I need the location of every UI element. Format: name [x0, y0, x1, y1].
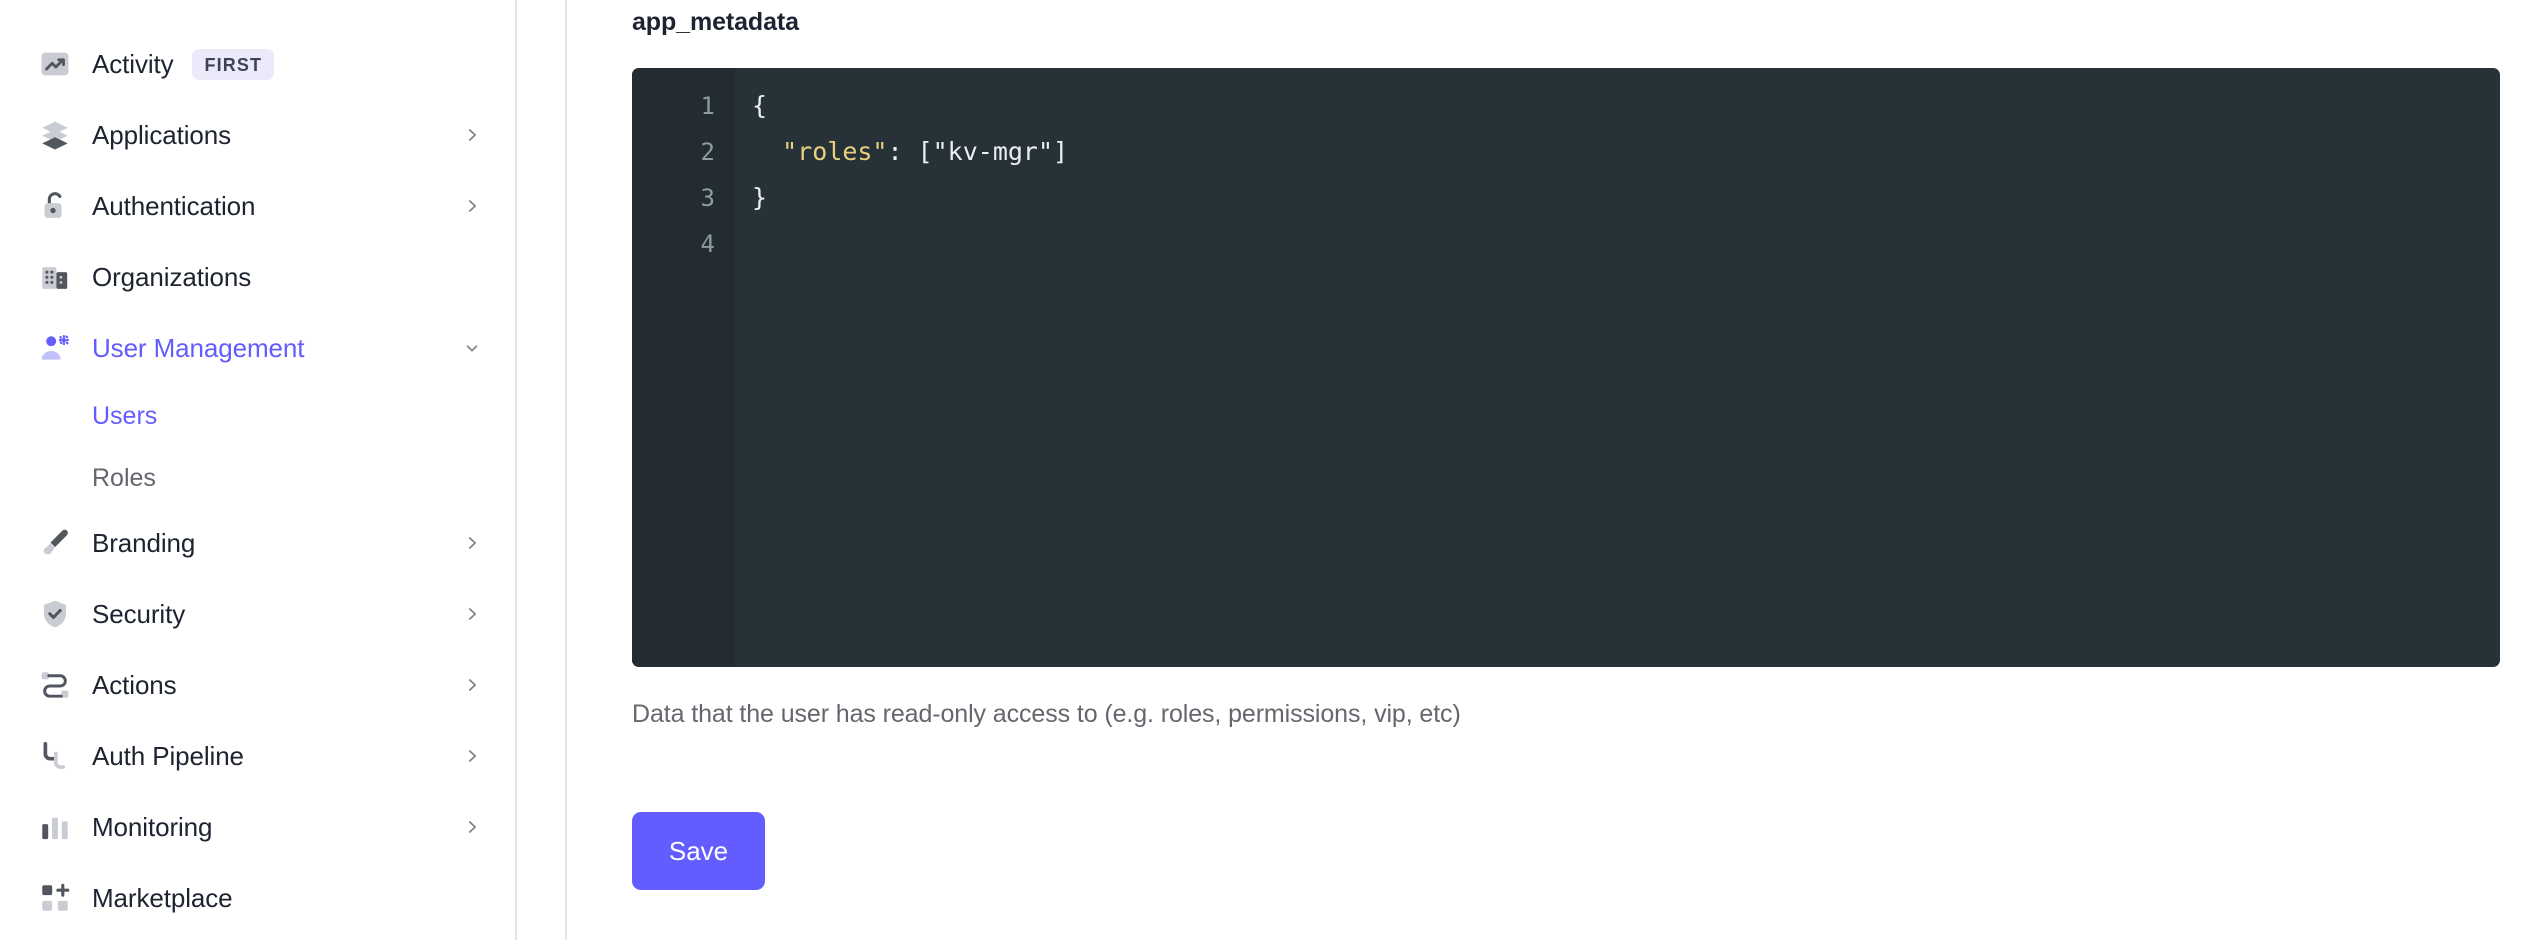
- unlocked-padlock-icon: [38, 189, 72, 223]
- code-token: "roles": [782, 137, 888, 166]
- save-button[interactable]: Save: [632, 812, 765, 890]
- sidebar-item-label: Auth Pipeline: [92, 740, 244, 771]
- chevron-right-icon[interactable]: [463, 747, 481, 765]
- sidebar-item-label: Organizations: [92, 261, 252, 292]
- editor-line-number: 1: [700, 92, 715, 120]
- editor-line-number: 3: [700, 184, 715, 212]
- editor-line-number-gutter: 1 2 3 4: [632, 68, 735, 667]
- building-icon: [38, 260, 72, 294]
- field-helper-text: Data that the user has read-only access …: [632, 700, 1461, 728]
- editor-line-number: 2: [700, 138, 715, 166]
- editor-line-number: 4: [700, 230, 715, 258]
- chevron-right-icon[interactable]: [463, 605, 481, 623]
- sidebar-item-label: User Management: [92, 332, 305, 363]
- sidebar-subitem-roles[interactable]: Roles: [0, 461, 515, 495]
- sidebar-item-label: Authentication: [92, 190, 256, 221]
- user-gear-icon: [38, 331, 72, 365]
- paintbrush-icon: [38, 526, 72, 560]
- sidebar-item-label: Security: [92, 598, 186, 629]
- sidebar-item-activity[interactable]: Activity FIRST: [0, 44, 515, 84]
- sidebar-item-applications[interactable]: Applications: [0, 115, 515, 155]
- chevron-right-icon[interactable]: [463, 676, 481, 694]
- main-content: app_metadata 1 2 3 4 { "roles": ["kv-mgr"]}…: [567, 0, 2540, 940]
- sidebar-subitem-label: Roles: [92, 463, 156, 492]
- shield-check-icon: [38, 597, 72, 631]
- sidebar-item-authentication[interactable]: Authentication: [0, 186, 515, 226]
- sidebar-item-label: Applications: [92, 119, 231, 150]
- editor-code-line[interactable]: "roles": ["kv-mgr"]: [752, 129, 2500, 175]
- activity-chart-icon: [38, 47, 72, 81]
- editor-code-line[interactable]: {: [752, 83, 2500, 129]
- code-token: : ["kv-mgr"]: [887, 137, 1069, 166]
- sidebar-item-label: Branding: [92, 527, 196, 558]
- sidebar-subitem-users[interactable]: Users: [0, 399, 515, 433]
- app-root: Activity FIRST Applications Authenticatio…: [0, 0, 2540, 940]
- sidebar-item-security[interactable]: Security: [0, 594, 515, 634]
- sidebar-item-monitoring[interactable]: Monitoring: [0, 807, 515, 847]
- sidebar-item-actions[interactable]: Actions: [0, 665, 515, 705]
- layers-icon: [38, 118, 72, 152]
- sidebar-item-label: Monitoring: [92, 811, 213, 842]
- chevron-right-icon[interactable]: [463, 126, 481, 144]
- sidebar-item-marketplace[interactable]: Marketplace: [0, 878, 515, 918]
- sidebar-item-label: Actions: [92, 669, 177, 700]
- flow-nodes-icon: [38, 668, 72, 702]
- sidebar-item-user-management[interactable]: User Management: [0, 328, 515, 368]
- field-label-app-metadata: app_metadata: [632, 8, 799, 36]
- code-token: {: [752, 91, 768, 120]
- sidebar-nav-list: Activity FIRST Applications Authenticatio…: [0, 0, 515, 918]
- sidebar-item-badge: FIRST: [191, 48, 275, 80]
- grid-plus-icon: [38, 881, 72, 915]
- chevron-right-icon[interactable]: [463, 197, 481, 215]
- pipeline-icon: [38, 739, 72, 773]
- sidebar-item-branding[interactable]: Branding: [0, 523, 515, 563]
- sidebar-item-auth-pipeline[interactable]: Auth Pipeline: [0, 736, 515, 776]
- editor-code-area[interactable]: { "roles": ["kv-mgr"]}: [735, 68, 2500, 667]
- chevron-right-icon[interactable]: [463, 534, 481, 552]
- editor-code-line[interactable]: [752, 221, 2500, 267]
- sidebar-item-label: Activity: [92, 48, 174, 79]
- bar-chart-icon: [38, 810, 72, 844]
- sidebar-subitem-label: Users: [92, 401, 158, 430]
- editor-code-line[interactable]: }: [752, 175, 2500, 221]
- sidebar-item-organizations[interactable]: Organizations: [0, 257, 515, 297]
- primary-sidebar: Activity FIRST Applications Authenticatio…: [0, 0, 517, 940]
- chevron-down-icon[interactable]: [463, 339, 481, 357]
- code-token: }: [752, 183, 768, 212]
- app-metadata-json-editor[interactable]: 1 2 3 4 { "roles": ["kv-mgr"]}: [632, 68, 2500, 667]
- sidebar-item-label: Marketplace: [92, 882, 233, 913]
- chevron-right-icon[interactable]: [463, 818, 481, 836]
